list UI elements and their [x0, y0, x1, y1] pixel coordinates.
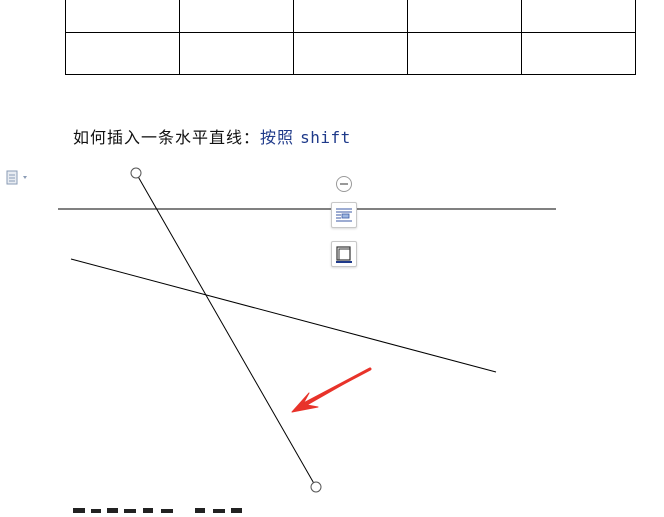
- text-wrap-icon: [336, 208, 352, 222]
- red-arrow-annotation: [291, 367, 372, 413]
- sloped-line[interactable]: [70, 258, 497, 373]
- layout-options-button[interactable]: [331, 202, 357, 228]
- line-start-handle[interactable]: [130, 167, 142, 179]
- shape-frame-icon: [336, 246, 352, 263]
- minus-circle-icon[interactable]: [335, 175, 352, 192]
- line-end-handle[interactable]: [310, 481, 322, 493]
- selected-line[interactable]: [135, 172, 317, 488]
- shape-style-button[interactable]: [331, 241, 357, 267]
